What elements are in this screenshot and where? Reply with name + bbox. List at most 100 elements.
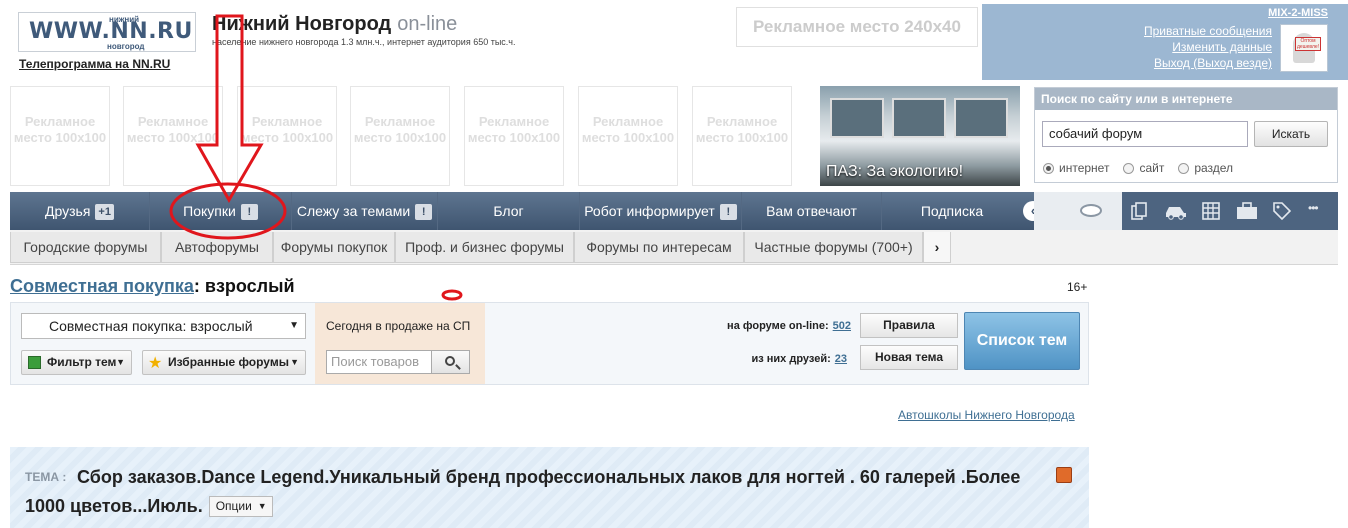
chevron-down-icon: ▼ — [116, 357, 125, 367]
promo-bus-banner[interactable]: ПАЗ: За экологию! — [820, 86, 1020, 186]
site-logo[interactable]: WWW.NN.RU нижний новгород — [18, 12, 196, 52]
button-label: Фильтр тем — [47, 355, 117, 369]
nav-friends[interactable]: Друзья +1 — [10, 192, 150, 230]
tag-icon[interactable] — [1273, 202, 1291, 220]
private-messages-link[interactable]: Приватные сообщения — [1144, 23, 1272, 39]
page-title: Совместная покупка: взрослый — [10, 276, 295, 297]
avatar-sign: Оптом дешевле! — [1295, 37, 1321, 51]
star-icon: ★ — [148, 355, 163, 372]
topic-tools-icon[interactable] — [1056, 467, 1072, 483]
forum-toolbar: Совместная покупка: взрослый ▼ Фильтр тем… — [10, 302, 1089, 385]
site-title-text: Нижний Новгород — [212, 13, 392, 35]
ad-slot-100x100[interactable]: Рекламное место 100x100 — [350, 86, 450, 186]
topic-title: Сбор заказов.Dance Legend.Уникальный бре… — [25, 463, 1035, 521]
radio-dot — [1043, 162, 1054, 174]
online-count-link[interactable]: 502 — [833, 320, 851, 332]
friends-label: из них друзей: — [751, 353, 831, 365]
nav-replies[interactable]: Вам отвечают — [742, 192, 882, 230]
ad-slot-100x100[interactable]: Рекламное место 100x100 — [123, 86, 223, 186]
ad-banner-240x40[interactable]: Рекламное место 240x40 — [736, 7, 978, 47]
radio-site[interactable]: сайт — [1123, 161, 1164, 175]
nav-label: Вам отвечают — [766, 203, 857, 219]
radio-internet[interactable]: интернет — [1043, 161, 1109, 175]
user-panel: MIX-2-MISS Приватные сообщения Изменить … — [982, 4, 1348, 80]
ad-slot-100x100[interactable]: Рекламное место 100x100 — [578, 86, 678, 186]
documents-icon[interactable] — [1130, 202, 1148, 220]
friends-count-link[interactable]: 23 — [835, 353, 847, 365]
online-stat: на форуме on-line: 502 — [701, 320, 851, 332]
logo-small-top: нижний — [109, 15, 140, 24]
edit-profile-link[interactable]: Изменить данные — [1144, 39, 1272, 55]
autoschool-link[interactable]: Автошколы Нижнего Новгорода — [898, 408, 1075, 422]
topic-title-text: Сбор заказов.Dance Legend.Уникальный бре… — [25, 467, 1021, 516]
friends-stat: из них друзей: 23 — [701, 353, 847, 365]
search-input[interactable]: собачий форум — [1042, 121, 1248, 147]
favorite-forums-button[interactable]: ★ Избранные форумы ▼ — [142, 350, 306, 375]
search-panel-title: Поиск по сайту или в интернете — [1035, 88, 1337, 110]
nav-badge: ! — [240, 204, 258, 220]
subnav-purchase-forums[interactable]: Форумы покупок — [273, 232, 395, 263]
chevron-down-icon: ▼ — [257, 501, 267, 511]
section-subtitle: : взрослый — [193, 276, 295, 296]
grid-icon[interactable] — [1202, 202, 1220, 220]
radio-label: раздел — [1194, 161, 1234, 175]
nav-blog[interactable]: Блог — [438, 192, 580, 230]
section-link[interactable]: Совместная покупка — [10, 276, 194, 296]
subnav-private-forums[interactable]: Частные форумы (700+) — [744, 232, 923, 263]
nav-label: Подписка — [920, 203, 984, 219]
promo-caption: ПАЗ: За экологию! — [826, 163, 964, 180]
nav-watched-topics[interactable]: Слежу за темами! — [292, 192, 438, 230]
nav-label: Покупки — [183, 203, 236, 219]
ad-slot-100x100[interactable]: Рекламное место 100x100 — [10, 86, 110, 186]
logout-link[interactable]: Выход (Выход везде) — [1144, 55, 1272, 71]
sp-today-label: Сегодня в продаже на СП — [326, 319, 471, 333]
subnav-interest-forums[interactable]: Форумы по интересам — [574, 232, 744, 263]
nav-badge: ! — [719, 204, 737, 220]
topic-list-button[interactable]: Список тем — [964, 312, 1080, 370]
car-icon[interactable] — [1164, 202, 1188, 220]
briefcase-icon[interactable] — [1236, 202, 1258, 220]
goods-search-input[interactable]: Поиск товаров — [326, 350, 432, 374]
ad-slot-100x100[interactable]: Рекламное место 100x100 — [692, 86, 792, 186]
radio-label: интернет — [1059, 161, 1110, 175]
nav-label: Блог — [493, 203, 524, 219]
options-label: Опции — [215, 499, 252, 513]
rules-button[interactable]: Правила — [860, 313, 958, 338]
main-nav: Друзья +1 Покупки! Слежу за темами! Блог … — [10, 192, 1338, 230]
avatar[interactable]: Оптом дешевле! — [1280, 24, 1328, 72]
subnav-more-icon[interactable]: › — [923, 232, 951, 263]
new-topic-button[interactable]: Новая тема — [860, 345, 958, 370]
mark-annotation — [441, 289, 463, 301]
chevron-down-icon: ▼ — [290, 357, 299, 367]
search-scope: интернет сайт раздел — [1043, 161, 1233, 175]
subnav-auto-forums[interactable]: Автофорумы — [161, 232, 273, 263]
tv-program-link[interactable]: Телепрограмма на NN.RU — [19, 57, 170, 71]
nav-subscription[interactable]: Подписка — [882, 192, 1022, 230]
ad-slot-100x100[interactable]: Рекламное место 100x100 — [464, 86, 564, 186]
forum-select[interactable]: Совместная покупка: взрослый ▼ — [21, 313, 306, 339]
filter-topics-button[interactable]: Фильтр тем ▼ — [21, 350, 132, 375]
username-link[interactable]: MIX-2-MISS — [1268, 7, 1328, 19]
bus-window — [954, 98, 1008, 138]
chat-icon — [1080, 204, 1102, 217]
nav-label: Робот информирует — [584, 203, 715, 219]
topic-header: ТЕМА : Сбор заказов.Dance Legend.Уникаль… — [10, 447, 1089, 528]
subnav-business-forums[interactable]: Проф. и бизнес форумы — [395, 232, 574, 263]
more-icon[interactable]: ••• — [1308, 201, 1330, 219]
subnav-city-forums[interactable]: Городские форумы — [10, 232, 161, 263]
logo-small-bottom: новгород — [107, 42, 145, 51]
radio-section[interactable]: раздел — [1178, 161, 1233, 175]
radio-label: сайт — [1139, 161, 1165, 175]
filter-icon — [28, 356, 41, 369]
nav-chat[interactable] — [1034, 192, 1122, 230]
ad-slot-100x100[interactable]: Рекламное место 100x100 — [237, 86, 337, 186]
search-button[interactable]: Искать — [1254, 121, 1328, 147]
nav-robot[interactable]: Робот информирует! — [580, 192, 742, 230]
topic-options-button[interactable]: Опции ▼ — [208, 496, 273, 517]
chevron-down-icon: ▼ — [289, 320, 299, 331]
nav-purchases[interactable]: Покупки! — [150, 192, 292, 230]
site-title: Нижний Новгород on-line — [212, 13, 457, 36]
goods-search-button[interactable] — [431, 350, 470, 374]
online-label: на форуме on-line: — [727, 320, 829, 332]
radio-dot — [1178, 162, 1190, 174]
